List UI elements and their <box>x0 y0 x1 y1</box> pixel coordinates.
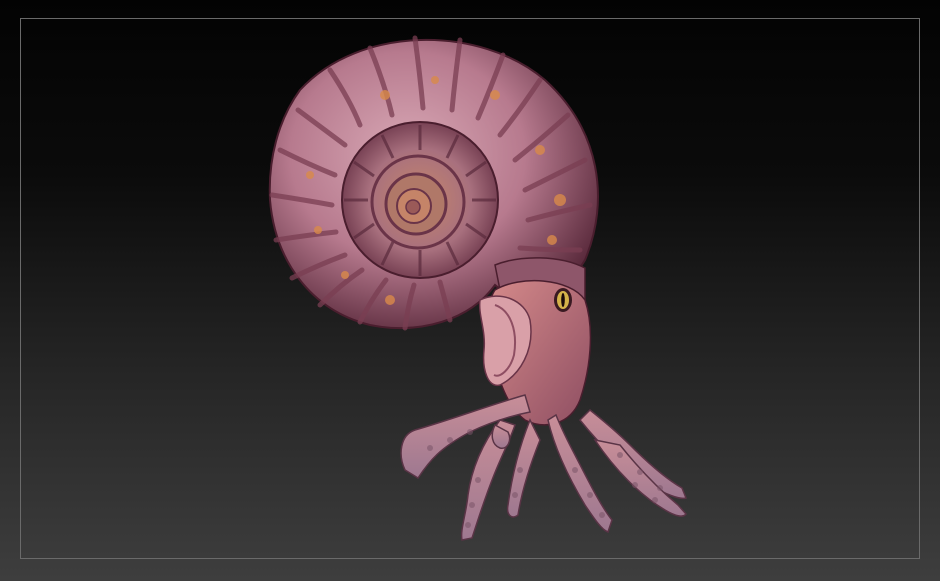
tentacle-lower-right <box>593 438 687 517</box>
ammonite-model <box>268 35 687 541</box>
eye <box>554 288 572 312</box>
shell-inner-spiral <box>341 121 499 279</box>
tentacle-mid <box>506 418 541 518</box>
viewport-canvas[interactable] <box>0 0 940 581</box>
